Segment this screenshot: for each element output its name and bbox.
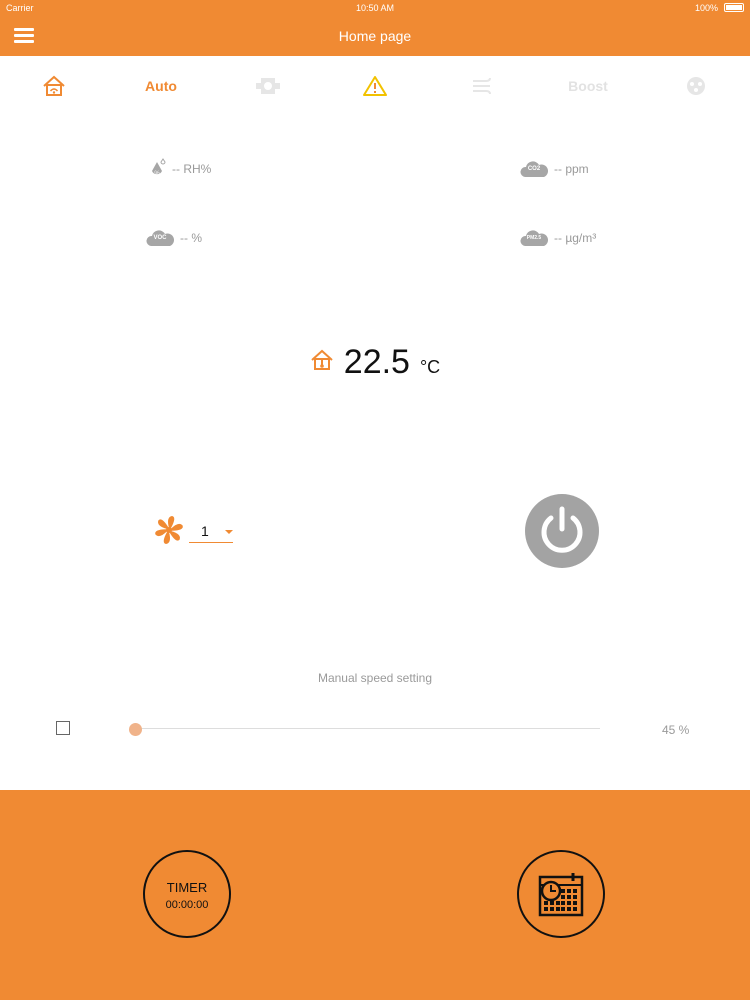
timer-button[interactable]: TIMER 00:00:00 [143, 850, 231, 938]
voc-value: -- % [180, 231, 202, 245]
temperature-unit: °C [419, 357, 441, 377]
hood-icon [687, 77, 705, 95]
fan-unit-icon [256, 78, 280, 94]
dropdown-arrow-icon [225, 530, 233, 534]
manual-speed-slider-thumb[interactable] [129, 723, 142, 736]
co2-value: -- ppm [554, 162, 589, 176]
voc-cloud-icon: VOC [146, 229, 174, 247]
nav-bar: Home page [0, 16, 750, 56]
tab-alarm[interactable] [360, 72, 390, 100]
power-button[interactable] [525, 494, 599, 568]
power-icon [541, 506, 583, 553]
fan-speed-dropdown[interactable]: 1 [189, 522, 233, 543]
co2-reading: CO2 -- ppm [520, 160, 589, 178]
pm25-value: -- µg/m³ [554, 231, 597, 245]
bottom-panel [0, 790, 750, 1000]
timer-label: TIMER [166, 880, 208, 895]
clock: 10:50 AM [355, 3, 395, 13]
tab-boost[interactable]: Boost [564, 72, 612, 100]
humidity-reading: % -- RH% [150, 158, 211, 180]
tab-home[interactable] [38, 72, 70, 100]
battery-icon [724, 3, 744, 12]
temperature-value: 22.5 [343, 343, 410, 381]
co2-cloud-icon: CO2 [520, 160, 548, 178]
svg-text:%: % [154, 171, 160, 177]
calendar-clock-icon [538, 873, 584, 917]
temperature-display: 22.5 °C [0, 343, 750, 382]
fan-icon [153, 514, 185, 551]
timer-time: 00:00:00 [165, 899, 209, 911]
house-thermometer-icon [310, 348, 334, 377]
pm25-cloud-icon: PM2.5 [520, 229, 548, 247]
manual-speed-slider-track[interactable] [136, 728, 600, 729]
tab-auto[interactable]: Auto [138, 72, 184, 100]
humidity-value: -- RH% [172, 162, 212, 176]
schedule-button[interactable] [517, 850, 605, 938]
manual-speed-checkbox[interactable] [56, 721, 70, 735]
page-title: Home page [338, 28, 412, 44]
battery-percent: 100% [694, 3, 718, 13]
hamburger-menu-button[interactable] [14, 28, 34, 44]
tab-airflow[interactable] [468, 72, 496, 100]
pm25-reading: PM2.5 -- µg/m³ [520, 229, 596, 247]
warning-icon [363, 76, 387, 96]
tab-hood[interactable] [682, 72, 710, 100]
manual-speed-value: 45 % [662, 723, 690, 737]
airflow-icon [473, 77, 491, 95]
voc-reading: VOC -- % [146, 229, 202, 247]
status-bar: Carrier 10:50 AM 100% [0, 0, 750, 16]
humidity-drop-icon: % [150, 158, 166, 180]
manual-speed-label: Manual speed setting [317, 671, 433, 685]
fan-speed-value: 1 [201, 523, 209, 539]
house-wifi-icon [43, 75, 65, 96]
tab-ventilation[interactable] [252, 72, 284, 100]
